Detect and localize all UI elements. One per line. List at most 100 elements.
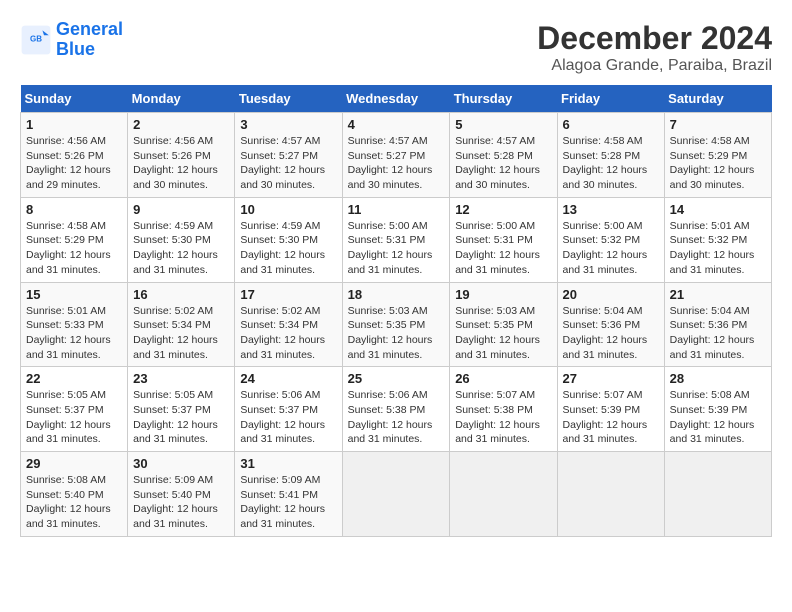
calendar-cell xyxy=(342,452,450,537)
calendar-week-row: 1 Sunrise: 4:56 AMSunset: 5:26 PMDaylight… xyxy=(21,113,772,198)
calendar-cell: 6 Sunrise: 4:58 AMSunset: 5:28 PMDaylight… xyxy=(557,113,664,198)
column-header-saturday: Saturday xyxy=(664,85,771,113)
day-number: 27 xyxy=(563,371,659,386)
day-info: Sunrise: 4:56 AMSunset: 5:26 PMDaylight:… xyxy=(26,134,122,193)
day-number: 22 xyxy=(26,371,122,386)
day-number: 25 xyxy=(348,371,445,386)
day-info: Sunrise: 4:57 AMSunset: 5:27 PMDaylight:… xyxy=(240,134,336,193)
calendar-week-row: 22 Sunrise: 5:05 AMSunset: 5:37 PMDayligh… xyxy=(21,367,772,452)
day-number: 16 xyxy=(133,287,229,302)
calendar-header-row: SundayMondayTuesdayWednesdayThursdayFrid… xyxy=(21,85,772,113)
day-number: 12 xyxy=(455,202,551,217)
day-number: 24 xyxy=(240,371,336,386)
column-header-wednesday: Wednesday xyxy=(342,85,450,113)
calendar-cell: 27 Sunrise: 5:07 AMSunset: 5:39 PMDayligh… xyxy=(557,367,664,452)
day-info: Sunrise: 5:02 AMSunset: 5:34 PMDaylight:… xyxy=(133,304,229,363)
calendar-cell: 9 Sunrise: 4:59 AMSunset: 5:30 PMDaylight… xyxy=(128,197,235,282)
day-info: Sunrise: 5:07 AMSunset: 5:39 PMDaylight:… xyxy=(563,388,659,447)
calendar-cell: 24 Sunrise: 5:06 AMSunset: 5:37 PMDayligh… xyxy=(235,367,342,452)
column-header-friday: Friday xyxy=(557,85,664,113)
calendar-cell: 19 Sunrise: 5:03 AMSunset: 5:35 PMDayligh… xyxy=(450,282,557,367)
month-title: December 2024 xyxy=(537,20,772,57)
calendar-week-row: 29Sunrise: 5:08 AMSunset: 5:40 PMDayligh… xyxy=(21,452,772,537)
day-number: 8 xyxy=(26,202,122,217)
calendar-cell: 22 Sunrise: 5:05 AMSunset: 5:37 PMDayligh… xyxy=(21,367,128,452)
calendar-cell: 18 Sunrise: 5:03 AMSunset: 5:35 PMDayligh… xyxy=(342,282,450,367)
day-number: 13 xyxy=(563,202,659,217)
logo: GB General Blue xyxy=(20,20,123,60)
calendar-cell: 29Sunrise: 5:08 AMSunset: 5:40 PMDayligh… xyxy=(21,452,128,537)
location-title: Alagoa Grande, Paraiba, Brazil xyxy=(537,57,772,75)
day-number: 7 xyxy=(670,117,766,132)
calendar-cell: 26Sunrise: 5:07 AMSunset: 5:38 PMDayligh… xyxy=(450,367,557,452)
day-info: Sunrise: 4:57 AMSunset: 5:27 PMDaylight:… xyxy=(348,134,445,193)
day-number: 10 xyxy=(240,202,336,217)
calendar-cell: 15 Sunrise: 5:01 AMSunset: 5:33 PMDayligh… xyxy=(21,282,128,367)
day-info: Sunrise: 5:01 AMSunset: 5:33 PMDaylight:… xyxy=(26,304,122,363)
day-number: 23 xyxy=(133,371,229,386)
calendar-cell: 4 Sunrise: 4:57 AMSunset: 5:27 PMDaylight… xyxy=(342,113,450,198)
day-number: 20 xyxy=(563,287,659,302)
day-info: Sunrise: 4:58 AMSunset: 5:29 PMDaylight:… xyxy=(670,134,766,193)
day-number: 30 xyxy=(133,456,229,471)
day-number: 29 xyxy=(26,456,122,471)
calendar-cell: 14 Sunrise: 5:01 AMSunset: 5:32 PMDayligh… xyxy=(664,197,771,282)
calendar-cell: 13Sunrise: 5:00 AMSunset: 5:32 PMDayligh… xyxy=(557,197,664,282)
day-number: 21 xyxy=(670,287,766,302)
day-info: Sunrise: 5:06 AMSunset: 5:38 PMDaylight:… xyxy=(348,388,445,447)
column-header-monday: Monday xyxy=(128,85,235,113)
calendar-cell: 23 Sunrise: 5:05 AMSunset: 5:37 PMDayligh… xyxy=(128,367,235,452)
day-info: Sunrise: 5:03 AMSunset: 5:35 PMDaylight:… xyxy=(348,304,445,363)
calendar-cell: 20Sunrise: 5:04 AMSunset: 5:36 PMDayligh… xyxy=(557,282,664,367)
day-number: 2 xyxy=(133,117,229,132)
calendar-cell: 5 Sunrise: 4:57 AMSunset: 5:28 PMDaylight… xyxy=(450,113,557,198)
calendar-cell: 1 Sunrise: 4:56 AMSunset: 5:26 PMDaylight… xyxy=(21,113,128,198)
day-number: 18 xyxy=(348,287,445,302)
day-info: Sunrise: 4:57 AMSunset: 5:28 PMDaylight:… xyxy=(455,134,551,193)
day-number: 28 xyxy=(670,371,766,386)
day-info: Sunrise: 5:03 AMSunset: 5:35 PMDaylight:… xyxy=(455,304,551,363)
title-section: December 2024 Alagoa Grande, Paraiba, Br… xyxy=(537,20,772,75)
calendar-cell xyxy=(450,452,557,537)
page-header: GB General Blue December 2024 Alagoa Gra… xyxy=(20,20,772,75)
day-number: 6 xyxy=(563,117,659,132)
day-number: 26 xyxy=(455,371,551,386)
logo-line2: Blue xyxy=(56,39,95,59)
calendar-cell xyxy=(664,452,771,537)
calendar-table: SundayMondayTuesdayWednesdayThursdayFrid… xyxy=(20,85,772,537)
day-number: 14 xyxy=(670,202,766,217)
day-number: 19 xyxy=(455,287,551,302)
day-number: 9 xyxy=(133,202,229,217)
day-info: Sunrise: 4:59 AMSunset: 5:30 PMDaylight:… xyxy=(240,219,336,278)
column-header-sunday: Sunday xyxy=(21,85,128,113)
logo-line1: General xyxy=(56,19,123,39)
calendar-cell: 25 Sunrise: 5:06 AMSunset: 5:38 PMDayligh… xyxy=(342,367,450,452)
calendar-cell: 17Sunrise: 5:02 AMSunset: 5:34 PMDayligh… xyxy=(235,282,342,367)
day-info: Sunrise: 5:06 AMSunset: 5:37 PMDaylight:… xyxy=(240,388,336,447)
calendar-week-row: 15 Sunrise: 5:01 AMSunset: 5:33 PMDayligh… xyxy=(21,282,772,367)
day-number: 1 xyxy=(26,117,122,132)
day-info: Sunrise: 5:09 AMSunset: 5:41 PMDaylight:… xyxy=(240,473,336,532)
day-info: Sunrise: 5:02 AMSunset: 5:34 PMDaylight:… xyxy=(240,304,336,363)
day-number: 4 xyxy=(348,117,445,132)
day-number: 11 xyxy=(348,202,445,217)
day-info: Sunrise: 4:56 AMSunset: 5:26 PMDaylight:… xyxy=(133,134,229,193)
day-number: 15 xyxy=(26,287,122,302)
day-info: Sunrise: 4:58 AMSunset: 5:28 PMDaylight:… xyxy=(563,134,659,193)
calendar-cell: 28 Sunrise: 5:08 AMSunset: 5:39 PMDayligh… xyxy=(664,367,771,452)
svg-text:GB: GB xyxy=(30,34,42,43)
day-info: Sunrise: 4:59 AMSunset: 5:30 PMDaylight:… xyxy=(133,219,229,278)
logo-icon: GB xyxy=(20,24,52,56)
day-info: Sunrise: 5:01 AMSunset: 5:32 PMDaylight:… xyxy=(670,219,766,278)
day-number: 3 xyxy=(240,117,336,132)
day-info: Sunrise: 5:05 AMSunset: 5:37 PMDaylight:… xyxy=(133,388,229,447)
calendar-cell: 31Sunrise: 5:09 AMSunset: 5:41 PMDayligh… xyxy=(235,452,342,537)
calendar-cell xyxy=(557,452,664,537)
day-info: Sunrise: 5:08 AMSunset: 5:39 PMDaylight:… xyxy=(670,388,766,447)
column-header-tuesday: Tuesday xyxy=(235,85,342,113)
day-number: 5 xyxy=(455,117,551,132)
day-info: Sunrise: 5:05 AMSunset: 5:37 PMDaylight:… xyxy=(26,388,122,447)
calendar-cell: 21Sunrise: 5:04 AMSunset: 5:36 PMDayligh… xyxy=(664,282,771,367)
calendar-cell: 11Sunrise: 5:00 AMSunset: 5:31 PMDayligh… xyxy=(342,197,450,282)
calendar-cell: 12Sunrise: 5:00 AMSunset: 5:31 PMDayligh… xyxy=(450,197,557,282)
